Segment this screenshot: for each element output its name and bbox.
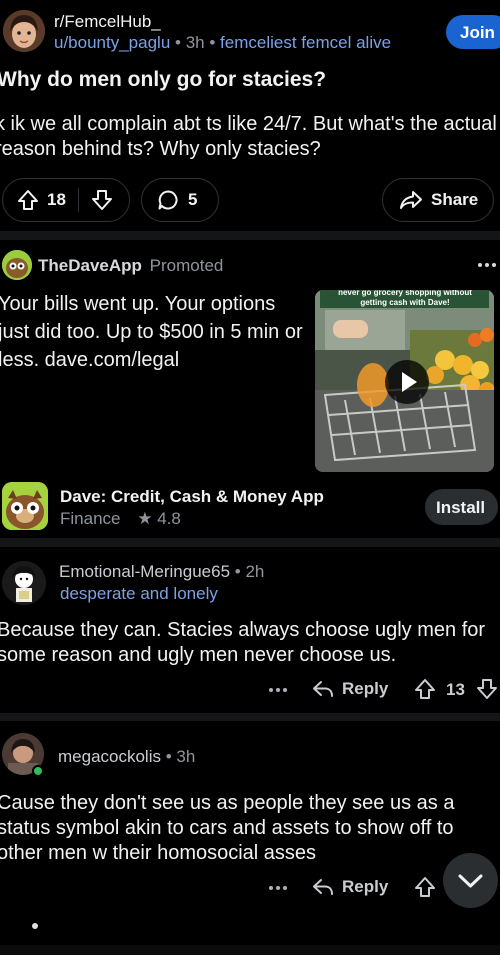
join-button[interactable]: Join [446, 15, 500, 49]
downvote-icon[interactable] [91, 189, 113, 211]
subreddit-avatar[interactable] [3, 10, 45, 52]
comment-count: 5 [188, 190, 198, 209]
post-time: 3h [185, 33, 205, 52]
promoted-label: Promoted [149, 256, 224, 275]
advertiser-avatar[interactable] [2, 250, 32, 280]
commenter-avatar[interactable] [2, 561, 46, 605]
post-author[interactable]: u/bounty_paglu [54, 33, 170, 52]
star-icon: ★ [137, 509, 153, 528]
chevron-down-icon [458, 874, 483, 888]
downvote-icon[interactable] [476, 678, 498, 700]
bottom-bar [0, 945, 500, 955]
user-flair: femceliest femcel alive [220, 33, 392, 52]
comment-text: Because they can. Stacies always choose … [0, 619, 486, 666]
comment-time: 3h [176, 747, 196, 766]
ad-text: Your bills went up. Your options just di… [0, 293, 303, 371]
dot-separator: • [209, 33, 221, 52]
play-button[interactable] [385, 360, 429, 404]
video-caption: never go grocery shopping without gettin… [338, 290, 472, 307]
share-label: Share [431, 190, 479, 209]
more-options-icon[interactable] [477, 262, 497, 268]
comment-header: megacockolis • 3h [58, 747, 195, 767]
comments-button[interactable]: 5 [141, 178, 219, 222]
install-button[interactable]: Install [425, 489, 498, 525]
section-divider [0, 231, 500, 240]
reply-label: Reply [342, 679, 389, 698]
comment-vote-count: 13 [446, 680, 465, 699]
share-button[interactable]: Share [382, 178, 494, 222]
ad-header: TheDaveApp Promoted [38, 256, 223, 276]
subreddit-name[interactable]: r/FemcelHub_ [54, 12, 161, 32]
reply-icon [312, 678, 334, 700]
post-meta-row: u/bounty_paglu • 3h • femceliest femcel … [54, 33, 391, 53]
comment-username[interactable]: megacockolis [58, 747, 161, 766]
more-options-icon[interactable] [268, 885, 288, 891]
scroll-down-button[interactable] [443, 853, 498, 908]
comment-icon [157, 189, 179, 211]
install-label: Install [436, 498, 486, 517]
dot-separator: • [234, 562, 246, 581]
next-comment-indicator [32, 923, 38, 929]
app-rating: 4.8 [157, 509, 181, 528]
section-divider [0, 538, 500, 547]
vote-pill: 18 [2, 178, 130, 222]
section-divider [0, 713, 500, 721]
ad-video[interactable]: never go grocery shopping without gettin… [315, 290, 494, 472]
app-name: Dave: Credit, Cash & Money App [60, 487, 324, 506]
more-options-icon[interactable] [268, 687, 288, 693]
upvote-icon[interactable] [414, 678, 436, 700]
dot-separator: • [165, 747, 177, 766]
app-icon[interactable] [2, 482, 48, 530]
upvote-icon[interactable] [17, 189, 39, 211]
share-icon [399, 189, 423, 211]
online-status-dot [32, 765, 44, 777]
join-label: Join [460, 23, 495, 42]
play-icon [402, 372, 417, 392]
reply-icon [312, 876, 334, 898]
comment-text: Cause they don't see us as people they s… [0, 792, 455, 864]
upvote-count: 18 [47, 190, 66, 209]
upvote-icon[interactable] [414, 876, 436, 898]
post-title: Why do men only go for stacies? [0, 68, 327, 91]
reply-button[interactable]: Reply [312, 876, 388, 898]
app-meta: Finance ★ 4.8 [60, 509, 181, 529]
dot-separator: • [175, 33, 186, 52]
commenter-flair: desperate and lonely [60, 584, 218, 603]
reply-button[interactable]: Reply [312, 678, 388, 700]
reply-label: Reply [342, 877, 389, 896]
advertiser-name[interactable]: TheDaveApp [38, 256, 142, 275]
vote-divider [77, 188, 79, 212]
comment-header: Emotional-Meringue65 • 2h [59, 562, 264, 582]
comment-time: 2h [245, 562, 265, 581]
app-category: Finance [60, 509, 121, 528]
post-body: k ik we all complain abt ts like 24/7. B… [0, 113, 497, 160]
comment-username[interactable]: Emotional-Meringue65 [59, 562, 230, 581]
